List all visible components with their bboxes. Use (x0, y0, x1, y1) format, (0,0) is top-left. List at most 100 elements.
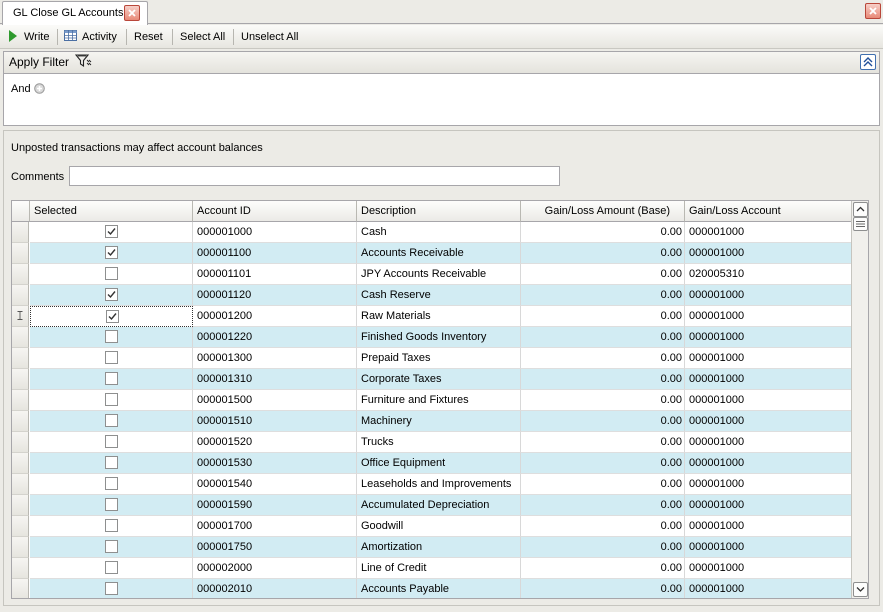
selected-cell (30, 264, 193, 285)
table-row[interactable]: 000001750 Amortization 0.00 000001000 (12, 537, 853, 558)
row-indicator[interactable] (12, 285, 29, 306)
table-row[interactable]: 000001000 Cash 0.00 000001000 (12, 222, 853, 243)
description-cell: Accounts Receivable (357, 243, 521, 264)
row-indicator[interactable] (12, 432, 29, 453)
table-row[interactable]: 000001101 JPY Accounts Receivable 0.00 0200… (12, 264, 853, 285)
table-row[interactable]: 000001300 Prepaid Taxes 0.00 000001000 (12, 348, 853, 369)
row-indicator[interactable] (12, 222, 29, 243)
select-checkbox[interactable] (105, 330, 118, 343)
row-indicator[interactable] (12, 348, 29, 369)
tab-gl-close-gl-accounts[interactable]: GL Close GL Accounts (2, 1, 148, 25)
table-row[interactable]: 000001510 Machinery 0.00 000001000 (12, 411, 853, 432)
row-indicator[interactable] (12, 537, 29, 558)
table-row[interactable]: 000002010 Accounts Payable 0.00 000001000 (12, 579, 853, 598)
account-id-cell: 000001510 (193, 411, 357, 432)
select-checkbox[interactable] (105, 372, 118, 385)
table-row[interactable]: 000001100 Accounts Receivable 0.00 00000100… (12, 243, 853, 264)
gain-loss-amount-cell: 0.00 (521, 579, 685, 598)
vertical-scrollbar[interactable] (851, 201, 868, 598)
selected-cell (30, 306, 193, 327)
account-id-cell: 000001590 (193, 495, 357, 516)
activity-button[interactable]: Activity (64, 28, 117, 46)
select-checkbox[interactable] (105, 246, 118, 259)
select-checkbox[interactable] (105, 393, 118, 406)
row-indicator[interactable] (12, 243, 29, 264)
tab-bar: GL Close GL Accounts (0, 0, 883, 25)
select-checkbox[interactable] (105, 582, 118, 595)
write-button[interactable]: Write (8, 28, 49, 46)
row-indicator[interactable] (12, 558, 29, 579)
select-checkbox[interactable] (105, 225, 118, 238)
select-checkbox[interactable] (105, 456, 118, 469)
filter-logic-label[interactable]: And (11, 83, 31, 95)
table-row[interactable]: 000001220 Finished Goods Inventory 0.00 000… (12, 327, 853, 348)
select-all-button[interactable]: Select All (180, 28, 225, 46)
select-checkbox[interactable] (105, 435, 118, 448)
toolbar: Write Activity Reset Select All Unselect… (0, 25, 883, 49)
gain-loss-amount-cell: 0.00 (521, 537, 685, 558)
row-indicator[interactable] (12, 495, 29, 516)
unselect-all-button[interactable]: Unselect All (241, 28, 298, 46)
window-close-icon[interactable] (865, 3, 881, 19)
description-cell: Line of Credit (357, 558, 521, 579)
table-row[interactable]: 000001540 Leaseholds and Improvements 0.00… (12, 474, 853, 495)
table-row[interactable]: 000001590 Accumulated Depreciation 0.00 000… (12, 495, 853, 516)
select-checkbox[interactable] (105, 540, 118, 553)
select-checkbox[interactable] (105, 414, 118, 427)
toolbar-divider (233, 29, 234, 45)
checkmark-icon (108, 313, 117, 321)
row-indicator[interactable] (12, 327, 29, 348)
gain-loss-amount-cell: 0.00 (521, 264, 685, 285)
column-header-selected[interactable]: Selected (30, 201, 193, 222)
row-indicator[interactable] (12, 264, 29, 285)
selected-cell (30, 369, 193, 390)
description-cell: Raw Materials (357, 306, 521, 327)
filter-icon[interactable] (74, 53, 93, 72)
table-row[interactable]: 000001700 Goodwill 0.00 000001000 (12, 516, 853, 537)
row-indicator[interactable] (12, 411, 29, 432)
select-checkbox[interactable] (105, 351, 118, 364)
row-indicator[interactable] (12, 579, 29, 598)
gain-loss-account-cell: 000001000 (685, 222, 853, 243)
row-indicator[interactable] (12, 306, 29, 327)
scroll-thumb[interactable] (853, 217, 868, 231)
table-row[interactable]: 000001200 Raw Materials 0.00 000001000 (12, 306, 853, 327)
row-indicator[interactable] (12, 390, 29, 411)
table-row[interactable]: 000001520 Trucks 0.00 000001000 (12, 432, 853, 453)
row-indicator[interactable] (12, 516, 29, 537)
account-id-cell: 000001120 (193, 285, 357, 306)
row-indicator[interactable] (12, 369, 29, 390)
scroll-down-icon[interactable] (853, 582, 868, 597)
description-cell: Prepaid Taxes (357, 348, 521, 369)
column-header-gain-loss-account[interactable]: Gain/Loss Account (685, 201, 853, 222)
select-checkbox[interactable] (105, 519, 118, 532)
table-row[interactable]: 000002000 Line of Credit 0.00 000001000 (12, 558, 853, 579)
gain-loss-amount-cell: 0.00 (521, 558, 685, 579)
table-row[interactable]: 000001310 Corporate Taxes 0.00 000001000 (12, 369, 853, 390)
column-header-account-id[interactable]: Account ID (193, 201, 357, 222)
table-row[interactable]: 000001500 Furniture and Fixtures 0.00 00000… (12, 390, 853, 411)
select-checkbox[interactable] (105, 288, 118, 301)
write-label: Write (24, 31, 50, 43)
select-checkbox[interactable] (105, 477, 118, 490)
gain-loss-amount-cell: 0.00 (521, 348, 685, 369)
tab-close-icon[interactable] (124, 5, 140, 21)
comments-input[interactable] (69, 166, 560, 186)
select-checkbox[interactable] (105, 561, 118, 574)
scroll-up-icon[interactable] (853, 202, 868, 217)
select-checkbox[interactable] (105, 498, 118, 511)
add-condition-icon[interactable] (34, 83, 45, 97)
select-checkbox[interactable] (106, 310, 119, 323)
column-header-gain-loss-amount[interactable]: Gain/Loss Amount (Base) (521, 201, 685, 222)
row-indicator[interactable] (12, 453, 29, 474)
row-indicator[interactable] (12, 474, 29, 495)
collapse-filter-icon[interactable] (860, 54, 876, 70)
selected-cell (30, 453, 193, 474)
column-header-description[interactable]: Description (357, 201, 521, 222)
gain-loss-amount-cell: 0.00 (521, 453, 685, 474)
account-id-cell: 000001750 (193, 537, 357, 558)
reset-button[interactable]: Reset (134, 28, 163, 46)
table-row[interactable]: 000001120 Cash Reserve 0.00 000001000 (12, 285, 853, 306)
table-row[interactable]: 000001530 Office Equipment 0.00 000001000 (12, 453, 853, 474)
select-checkbox[interactable] (105, 267, 118, 280)
